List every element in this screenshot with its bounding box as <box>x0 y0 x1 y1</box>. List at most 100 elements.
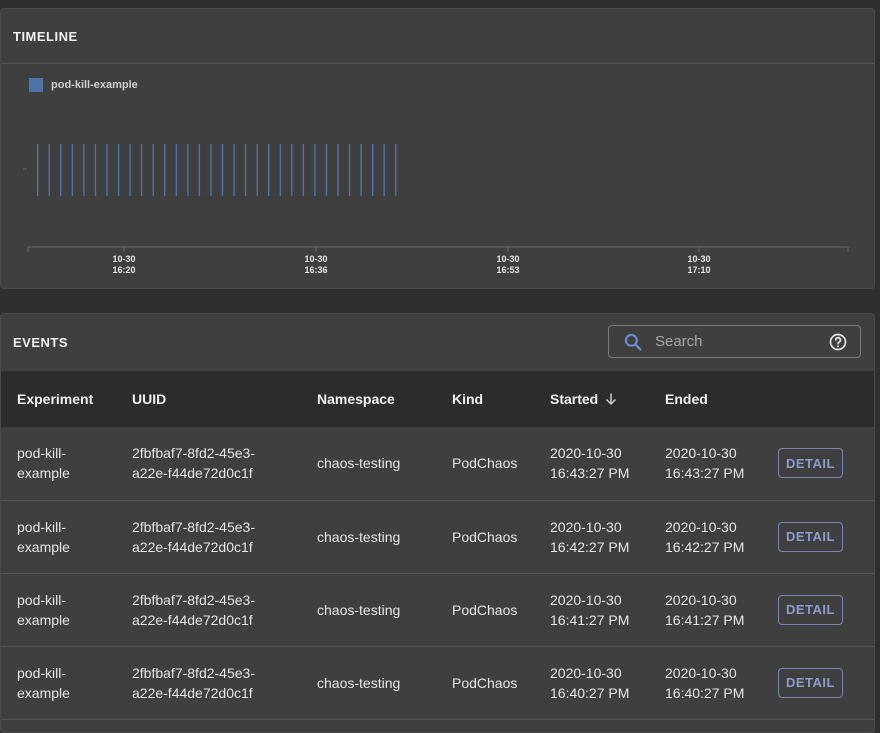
cell-kind: PodChaos <box>452 674 518 691</box>
x-tick-date-label: 10-30 <box>304 254 327 264</box>
cell-experiment: pod-kill-example <box>1 646 132 719</box>
event-bar[interactable] <box>325 144 328 196</box>
ended-date: 2020-10-30 <box>665 445 737 462</box>
started-time: 16:43:27 PM <box>550 465 630 482</box>
cell-ended: 2020-10-30 16:43:27 PM <box>665 427 778 500</box>
event-bar[interactable] <box>106 144 108 196</box>
event-bar[interactable] <box>256 144 258 196</box>
event-bar[interactable] <box>210 144 212 196</box>
event-bar[interactable] <box>117 144 120 196</box>
ended-time: 16:40:27 PM <box>665 684 745 701</box>
cell-kind: PodChaos <box>452 455 518 472</box>
event-bar[interactable] <box>395 144 397 196</box>
event-bar[interactable] <box>83 144 85 196</box>
event-bar[interactable] <box>233 144 235 196</box>
detail-button[interactable]: DETAIL <box>778 667 843 698</box>
detail-button[interactable]: DETAIL <box>778 521 843 552</box>
column-header-actions <box>778 371 874 427</box>
event-bar[interactable] <box>152 144 154 196</box>
table-row: pod-kill-example 2fbfbaf7-8fd2-45e3- a22e… <box>1 500 874 573</box>
event-bar[interactable] <box>140 144 143 196</box>
cell-uuid: 2fbfbaf7-8fd2-45e3- a22e-f44de72d0c1f <box>132 646 317 719</box>
cell-started: 2020-10-30 16:40:27 PM <box>550 646 665 719</box>
cell-experiment: pod-kill-example <box>1 573 132 646</box>
event-bar[interactable] <box>60 144 62 196</box>
experiment-line: example <box>17 465 70 482</box>
cell-namespace: chaos-testing <box>317 601 401 618</box>
event-bar[interactable] <box>129 144 131 196</box>
ended-time: 16:41:27 PM <box>665 611 745 628</box>
event-bar[interactable] <box>314 144 316 196</box>
cell-uuid: 2fbfbaf7-8fd2-45e3- a22e-f44de72d0c1f <box>132 573 317 646</box>
detail-button[interactable]: DETAIL <box>778 594 843 625</box>
event-bar[interactable] <box>71 144 74 196</box>
cell-started: 2020-10-30 16:41:27 PM <box>550 573 665 646</box>
started-date: 2020-10-30 <box>550 518 622 535</box>
event-bar[interactable] <box>291 144 293 196</box>
event-bar[interactable] <box>48 144 50 196</box>
cell-started: 2020-10-30 16:42:27 PM <box>550 500 665 573</box>
cell-uuid: 2fbfbaf7-8fd2-45e3- a22e-f44de72d0c1f <box>132 427 317 500</box>
x-tick-time-label: 16:20 <box>112 265 135 275</box>
table-header-row: Experiment UUID Namespace Kind Started E… <box>1 371 874 427</box>
event-bar[interactable] <box>221 144 224 196</box>
column-header-started[interactable]: Started <box>550 371 665 427</box>
started-time: 16:42:27 PM <box>550 538 630 555</box>
event-bar[interactable] <box>175 144 177 196</box>
table-row: pod-kill-example 2fbfbaf7-8fd2-45e3- a22e… <box>1 646 874 719</box>
experiment-line: pod-kill- <box>17 445 67 462</box>
events-table: Experiment UUID Namespace Kind Started E… <box>1 371 874 720</box>
uuid-line: 2fbfbaf7-8fd2-45e3- <box>132 591 255 608</box>
x-tick-date-label: 10-30 <box>496 254 519 264</box>
cell-namespace: chaos-testing <box>317 528 401 545</box>
x-tick-date-label: 10-30 <box>112 254 135 264</box>
experiment-line: pod-kill- <box>17 518 67 535</box>
cell-started: 2020-10-30 16:43:27 PM <box>550 427 665 500</box>
sort-descending-icon[interactable] <box>604 392 618 406</box>
cell-experiment: pod-kill-example <box>1 500 132 573</box>
detail-button[interactable]: DETAIL <box>778 448 843 479</box>
search-box[interactable] <box>608 325 861 358</box>
column-header-experiment[interactable]: Experiment <box>1 371 132 427</box>
event-bar[interactable] <box>187 144 189 196</box>
experiment-line: example <box>17 684 70 701</box>
event-bar[interactable] <box>279 144 281 196</box>
table-row: pod-kill-example 2fbfbaf7-8fd2-45e3- a22e… <box>1 427 874 500</box>
started-time: 16:41:27 PM <box>550 611 630 628</box>
column-header-uuid[interactable]: UUID <box>132 371 317 427</box>
event-bar[interactable] <box>164 144 166 196</box>
event-bar[interactable] <box>383 144 385 196</box>
help-icon[interactable] <box>828 332 848 352</box>
experiment-line: example <box>17 611 70 628</box>
started-date: 2020-10-30 <box>550 445 622 462</box>
timeline-panel: TIMELINE pod-kill-example 10-30 16:20 10-3… <box>0 8 875 289</box>
event-bar[interactable] <box>198 144 201 196</box>
event-bar[interactable] <box>360 144 362 196</box>
event-bar[interactable] <box>268 144 270 196</box>
event-bar[interactable] <box>302 144 305 196</box>
event-bar[interactable] <box>94 144 97 196</box>
timeline-chart: 10-3016:2010-3016:3610-3016:5310-3017:10 <box>23 144 849 275</box>
event-bar[interactable] <box>337 144 339 196</box>
started-time: 16:40:27 PM <box>550 684 630 701</box>
uuid-line: 2fbfbaf7-8fd2-45e3- <box>132 445 255 462</box>
search-input[interactable] <box>653 332 828 351</box>
event-bar[interactable] <box>244 144 247 196</box>
column-header-started-label: Started <box>550 391 599 407</box>
cell-actions: DETAIL <box>778 573 874 646</box>
event-bar[interactable] <box>37 144 39 196</box>
uuid-line: 2fbfbaf7-8fd2-45e3- <box>132 518 255 535</box>
cell-uuid: 2fbfbaf7-8fd2-45e3- a22e-f44de72d0c1f <box>132 500 317 573</box>
uuid-line: a22e-f44de72d0c1f <box>132 684 253 701</box>
ended-date: 2020-10-30 <box>665 518 737 535</box>
ended-time: 16:42:27 PM <box>665 538 745 555</box>
event-bar[interactable] <box>372 144 374 196</box>
events-panel: EVENTS Experiment UUID Namespace Kind St… <box>0 313 875 733</box>
column-header-kind[interactable]: Kind <box>452 371 550 427</box>
event-bar[interactable] <box>348 144 351 196</box>
uuid-line: 2fbfbaf7-8fd2-45e3- <box>132 664 255 681</box>
column-header-ended[interactable]: Ended <box>665 371 778 427</box>
cell-experiment: pod-kill-example <box>1 427 132 500</box>
uuid-line: a22e-f44de72d0c1f <box>132 465 253 482</box>
column-header-namespace[interactable]: Namespace <box>317 371 452 427</box>
